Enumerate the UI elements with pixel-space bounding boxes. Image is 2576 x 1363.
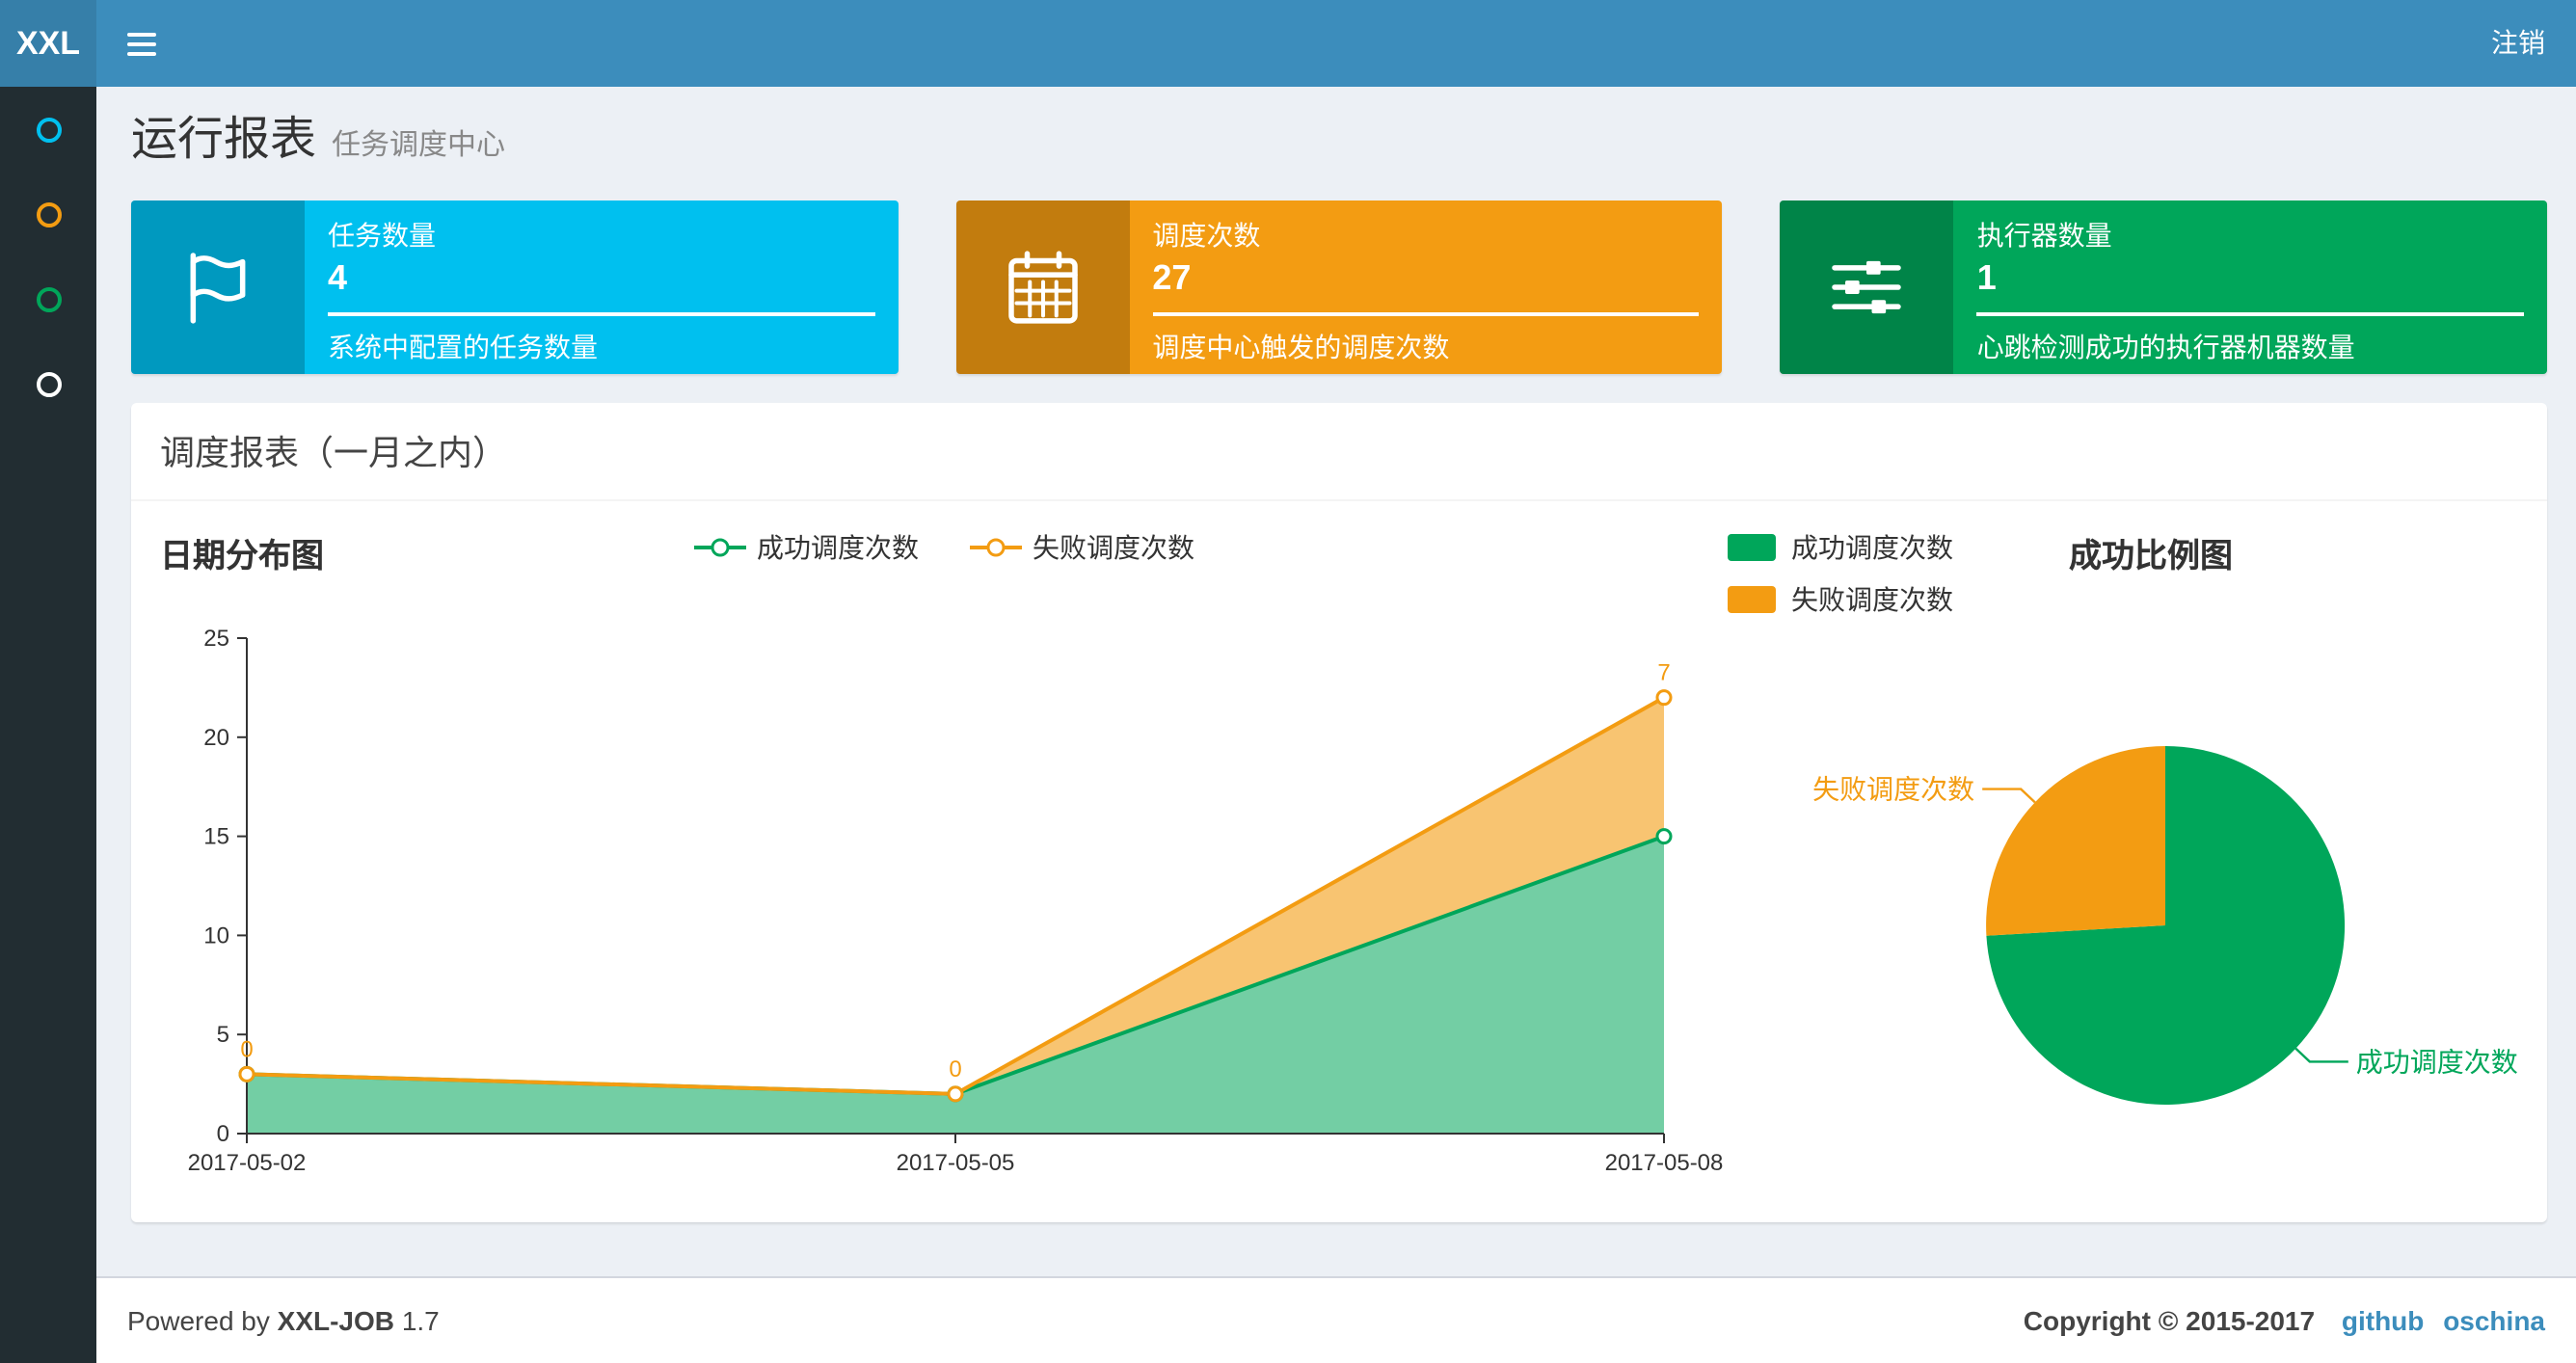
pie-legend-item-1[interactable]: 失败调度次数 <box>1728 580 1953 619</box>
line-chart-canvas: 0 5 10 15 20 25 2017-05-02 2017-05-05 2017-05-08… <box>160 590 1728 1191</box>
flag-icon <box>131 200 305 374</box>
calendar-icon <box>955 200 1130 374</box>
info-box-content: 执行器数量 1 心跳检测成功的执行器机器数量 <box>1954 200 2547 374</box>
info-box-label: 执行器数量 <box>1976 220 2112 251</box>
top-navbar: XXL 注销 <box>0 0 2576 87</box>
svg-text:0: 0 <box>217 1121 229 1147</box>
info-box-description: 调度中心触发的调度次数 <box>1152 332 1450 362</box>
info-box-content: 调度次数 27 调度中心触发的调度次数 <box>1129 200 1722 374</box>
navbar: 注销 <box>96 0 2576 87</box>
pie-chart-title: 成功比例图 <box>2069 538 2233 575</box>
page-header: 运行报表 任务调度中心 <box>96 87 2576 193</box>
sidebar-toggle-button[interactable] <box>96 0 185 87</box>
svg-text:15: 15 <box>203 824 229 850</box>
info-box-content: 任务数量 4 系统中配置的任务数量 <box>305 200 898 374</box>
sidebar-item-2[interactable] <box>0 172 96 256</box>
product-name: XXL-JOB <box>277 1305 395 1336</box>
panel-body: 日期分布图 成功调度次数 失败调度次数 0 5 10 15 20 25 2017-05-02 2… <box>131 501 2547 1222</box>
progress-line <box>328 312 875 316</box>
svg-text:成功调度次数: 成功调度次数 <box>2356 1047 2518 1077</box>
sidebar-item-1[interactable] <box>0 87 96 172</box>
svg-text:0: 0 <box>949 1056 961 1082</box>
svg-text:0: 0 <box>240 1036 253 1062</box>
circle-icon <box>36 371 61 396</box>
line-chart-legend: 成功调度次数 失败调度次数 <box>160 528 1728 567</box>
info-box-triggers: 调度次数 27 调度中心触发的调度次数 <box>955 200 1723 374</box>
svg-text:2017-05-05: 2017-05-05 <box>897 1150 1015 1176</box>
page-title: 运行报表 任务调度中心 <box>131 114 506 166</box>
svg-text:5: 5 <box>217 1022 229 1048</box>
info-box-description: 心跳检测成功的执行器机器数量 <box>1976 332 2355 362</box>
pie-chart-canvas: 成功调度次数 失败调度次数 <box>1728 613 2518 1191</box>
circle-icon <box>36 286 61 311</box>
progress-line <box>1976 312 2525 316</box>
legend-item-0[interactable]: 成功调度次数 <box>693 528 919 567</box>
sliders-icon <box>1780 200 1954 374</box>
info-box-row: 任务数量 4 系统中配置的任务数量 调度次数 27 调度中心触发的调度次数 执行… <box>131 200 2548 374</box>
progress-line <box>1152 312 1700 316</box>
info-box-value: 1 <box>1976 258 1997 297</box>
navbar-right: 注销 <box>2460 0 2576 87</box>
svg-text:25: 25 <box>203 626 229 652</box>
copyright: Copyright © 2015-2017 github oschina <box>2023 1305 2545 1336</box>
pie-chart-legend: 成功调度次数 失败调度次数 <box>1728 528 1953 619</box>
date-distribution-chart: 日期分布图 成功调度次数 失败调度次数 0 5 10 15 20 25 2017-05-02 2… <box>160 521 1728 1191</box>
svg-text:7: 7 <box>1657 660 1670 686</box>
sidebar <box>0 87 96 1363</box>
sidebar-item-3[interactable] <box>0 256 96 341</box>
content-area: 运行报表 任务调度中心 任务数量 4 系统中配置的任务数量 调度次数 27 调度… <box>96 87 2576 1276</box>
svg-text:2017-05-02: 2017-05-02 <box>188 1150 307 1176</box>
info-box-label: 任务数量 <box>328 220 436 251</box>
info-box-value: 4 <box>328 258 348 297</box>
info-box-description: 系统中配置的任务数量 <box>328 332 598 362</box>
powered-by: Powered by XXL-JOB 1.7 <box>127 1305 440 1336</box>
success-ratio-chart: 成功调度次数 失败调度次数 成功比例图 成功调度次数 失败调度次数 <box>1728 521 2518 1191</box>
logout-link[interactable]: 注销 <box>2460 0 2576 87</box>
svg-text:10: 10 <box>203 922 229 949</box>
svg-text:2017-05-08: 2017-05-08 <box>1605 1150 1724 1176</box>
app-window: XXL 注销 运行报表 任务调度中心 任务数量 4 系统中配置的任务数量 调度次… <box>0 0 2576 1363</box>
pie-legend-item-0[interactable]: 成功调度次数 <box>1728 528 1953 567</box>
info-box-executors: 执行器数量 1 心跳检测成功的执行器机器数量 <box>1780 200 2548 374</box>
report-panel: 调度报表（一月之内） 日期分布图 成功调度次数 失败调度次数 0 5 10 15 20 25… <box>131 403 2547 1222</box>
sidebar-item-4[interactable] <box>0 341 96 426</box>
circle-icon <box>36 117 61 142</box>
hamburger-icon <box>126 32 155 36</box>
info-box-label: 调度次数 <box>1152 220 1261 251</box>
panel-title: 调度报表（一月之内） <box>131 403 2547 501</box>
legend-item-1[interactable]: 失败调度次数 <box>969 528 1194 567</box>
oschina-link[interactable]: oschina <box>2443 1305 2545 1336</box>
info-box-value: 27 <box>1152 258 1192 297</box>
svg-text:失败调度次数: 失败调度次数 <box>1812 775 1974 805</box>
github-link[interactable]: github <box>2342 1305 2425 1336</box>
app-logo[interactable]: XXL <box>0 0 96 87</box>
page-subtitle: 任务调度中心 <box>332 129 506 162</box>
info-box-jobs: 任务数量 4 系统中配置的任务数量 <box>131 200 899 374</box>
footer: Powered by XXL-JOB 1.7 Copyright © 2015-… <box>96 1276 2576 1363</box>
svg-text:20: 20 <box>203 725 229 751</box>
circle-icon <box>36 201 61 227</box>
product-version: 1.7 <box>401 1305 440 1336</box>
